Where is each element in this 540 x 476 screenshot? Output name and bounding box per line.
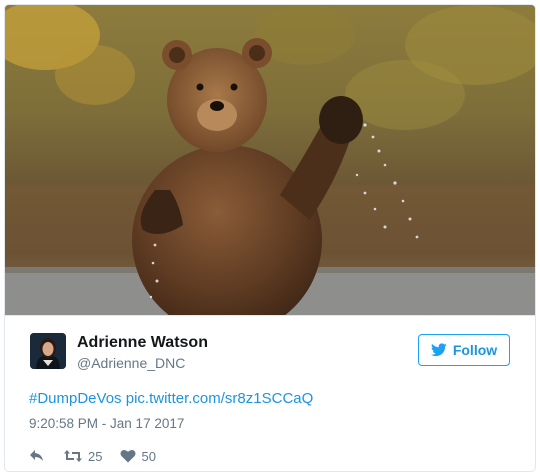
twitter-bird-icon	[430, 343, 447, 357]
avatar[interactable]	[30, 333, 66, 369]
reply-icon	[30, 450, 43, 461]
tweet-photo[interactable]	[5, 5, 535, 315]
tweet-actions: 25 50	[29, 446, 174, 466]
author-handle[interactable]: @Adrienne_DNC	[77, 355, 185, 371]
retweet-count: 25	[88, 448, 103, 464]
retweet-icon	[64, 450, 82, 462]
tweet-text: #DumpDeVos pic.twitter.com/sr8z1SCCaQ	[29, 390, 313, 407]
retweet-button[interactable]: 25	[63, 449, 102, 464]
hashtag-link[interactable]: #DumpDeVos	[29, 390, 122, 407]
tweet-card: Adrienne Watson @Adrienne_DNC Follow #Du…	[4, 4, 536, 472]
timestamp[interactable]: 9:20:58 PM - Jan 17 2017	[29, 416, 184, 431]
author-name[interactable]: Adrienne Watson	[77, 334, 208, 352]
like-button[interactable]: 50	[120, 448, 156, 464]
like-count: 50	[141, 448, 156, 464]
pic-link[interactable]: pic.twitter.com/sr8z1SCCaQ	[126, 390, 314, 407]
reply-button[interactable]	[29, 449, 45, 463]
bear-waving-image	[5, 5, 535, 315]
follow-label: Follow	[452, 342, 498, 358]
follow-button[interactable]: Follow	[418, 334, 510, 366]
tweet-body: Adrienne Watson @Adrienne_DNC Follow #Du…	[5, 315, 535, 471]
heart-icon	[120, 449, 136, 463]
